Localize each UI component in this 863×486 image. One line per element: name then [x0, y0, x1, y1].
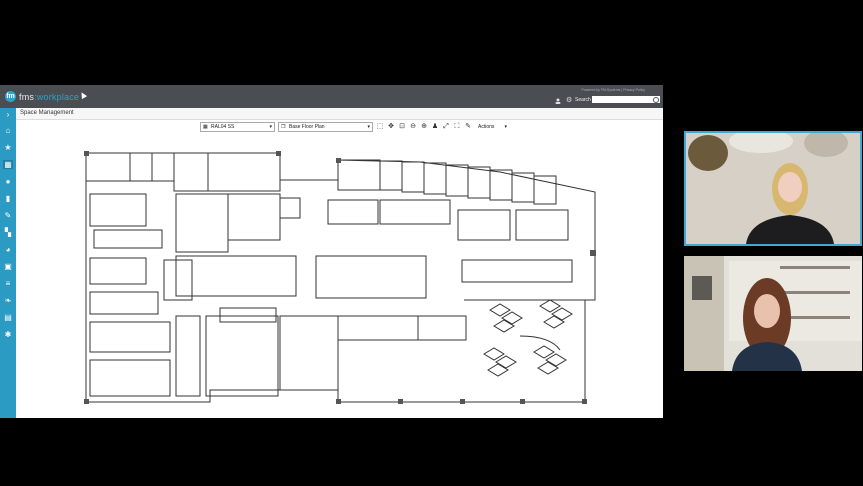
fit-icon[interactable]: ⊡ — [398, 123, 406, 131]
search-icon[interactable] — [653, 97, 659, 103]
floor-select[interactable]: ▦ RAL04 SS ▾ — [200, 122, 275, 132]
select-tool-icon[interactable]: ⬚ — [376, 123, 384, 131]
search-label: Search — [575, 97, 591, 103]
gear-icon[interactable]: ⚙ — [566, 97, 572, 104]
participant-video-2[interactable] — [684, 256, 862, 371]
fullscreen-icon[interactable]: ⛶ — [453, 123, 461, 131]
stack-icon[interactable]: ≡ — [3, 279, 13, 288]
wrench-icon[interactable]: ✎ — [3, 211, 13, 220]
chevron-down-icon: ▾ — [367, 124, 370, 130]
app-window: fm fms:workplace Powered by FM:Systems |… — [0, 85, 663, 418]
microphone-icon[interactable]: ● — [3, 177, 13, 186]
star-icon[interactable]: ★ — [3, 143, 13, 152]
participant-video-1[interactable] — [684, 131, 862, 246]
chart-icon[interactable]: ▚ — [3, 228, 13, 237]
app-logo[interactable]: fm fms:workplace — [5, 90, 79, 103]
chevron-down-icon: ▾ — [504, 124, 507, 130]
layers-icon: ❐ — [281, 124, 286, 130]
settings-icon[interactable]: ✱ — [3, 330, 13, 339]
toolbar: ▦ RAL04 SS ▾ ❐ Base Floor Plan ▾ ⬚ ✥ ⊡ ⊖ ⊕… — [200, 122, 507, 132]
calendar-icon[interactable]: ▦ — [3, 160, 13, 169]
top-bar: fm fms:workplace Powered by FM:Systems |… — [0, 85, 663, 108]
participant-2-avatar — [684, 256, 862, 371]
chevron-right-icon[interactable]: › — [3, 110, 13, 119]
pan-icon[interactable]: ✥ — [387, 123, 395, 131]
user-icon[interactable] — [555, 98, 561, 104]
mouse-cursor-icon — [78, 90, 88, 100]
home-icon[interactable]: ⌂ — [3, 126, 13, 135]
zoom-in-icon[interactable]: ⊕ — [420, 123, 428, 131]
actions-menu[interactable]: Actions ▾ — [475, 123, 507, 131]
zoom-out-icon[interactable]: ⊖ — [409, 123, 417, 131]
plan-select[interactable]: ❐ Base Floor Plan ▾ — [278, 122, 373, 132]
building-icon[interactable]: ▮ — [3, 194, 13, 203]
clipboard-icon[interactable]: ▤ — [3, 313, 13, 322]
pencil-icon[interactable]: ✎ — [464, 123, 472, 131]
logo-icon: fm — [5, 91, 16, 102]
participant-1-avatar — [686, 133, 860, 244]
expand-icon[interactable]: ⤢ — [442, 123, 450, 131]
briefcase-icon[interactable]: ▣ — [3, 262, 13, 271]
pie-chart-icon[interactable]: ◕ — [3, 245, 13, 254]
sidebar: › ⌂ ★ ▦ ● ▮ ✎ ▚ ◕ ▣ ≡ ❧ ▤ ✱ — [0, 108, 16, 418]
breadcrumb: Space Management — [16, 108, 663, 120]
chevron-down-icon: ▾ — [269, 124, 272, 130]
leaf-icon[interactable]: ❧ — [3, 296, 13, 305]
floor-plan[interactable] — [80, 150, 600, 408]
powered-by-text: Powered by FM:Systems | Privacy Policy — [581, 88, 645, 92]
person-icon[interactable]: ♟ — [431, 123, 439, 131]
floor-icon: ▦ — [203, 124, 208, 130]
search-input[interactable] — [592, 96, 660, 103]
